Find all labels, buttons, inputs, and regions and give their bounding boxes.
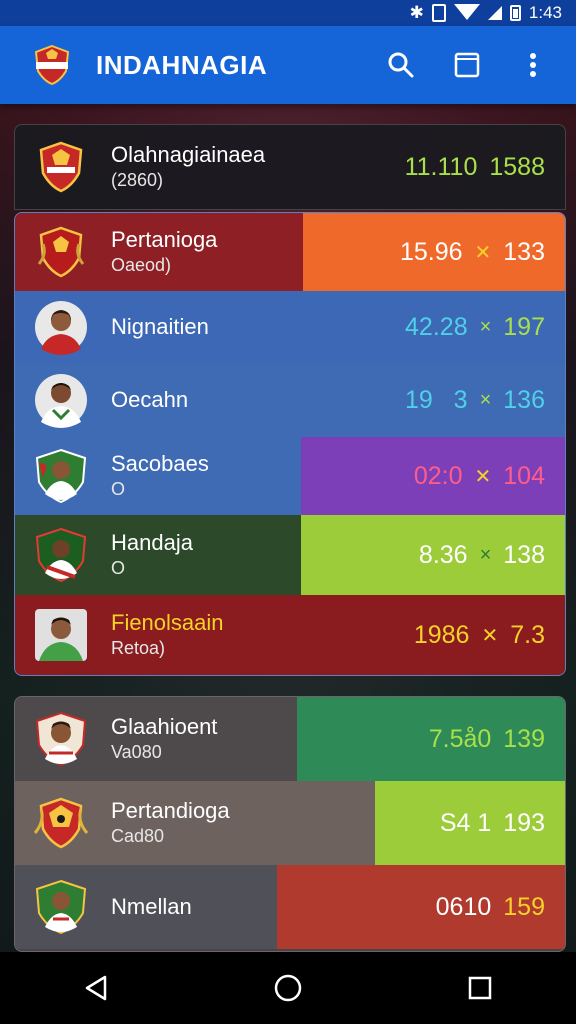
vibrate-icon [431,4,446,22]
recents-square-icon [468,976,492,1000]
team-stat-1: 02:0 [413,461,463,490]
team-row[interactable]: Nmellan 0610 159 [15,865,565,949]
team-name: Oecahn [111,387,189,412]
square-icon [454,52,480,78]
team-row[interactable]: Pertandioga Cad80 S4 1 193 [15,781,565,865]
team-name: Nmellan [111,894,192,919]
team-name: Nignaitien [111,314,209,339]
team-stat-2: 193 [503,808,545,837]
team-row[interactable]: Pertanioga Oaeod) 15.96 ✕ 133 [15,213,565,291]
team-sub: O [111,558,126,578]
signal-icon [487,6,502,20]
battery-icon [509,5,521,21]
team-name: Pertanioga [111,227,218,252]
team-stat-2: 7.3 [510,620,545,649]
home-button[interactable] [258,958,318,1018]
team-stat-1: 8.36 [418,540,468,569]
separator-icon: × [479,543,492,566]
team-sub: Cad80 [111,826,165,846]
team-stat-1: 19 3 [405,385,468,414]
more-vert-icon [530,53,536,77]
team-crest-icon [37,226,85,278]
team-row[interactable]: Handaja O 8.36 × 138 [15,515,565,595]
separator-icon: × [479,315,492,338]
team-name: Glaahioent [111,714,218,739]
bluetooth-icon: ✱ [409,3,424,22]
team-row[interactable]: Fienolsaain Retoa) 1986 ✕ 7.3 [15,595,565,675]
club-logo-icon [34,44,70,86]
navigation-bar [0,952,576,1024]
team-row[interactable]: Nignaitien 42.28 × 197 [15,291,565,363]
search-button[interactable] [384,48,418,82]
header-team-sub: (2860) [111,170,164,190]
team-row[interactable]: Oecahn 19 3 × 136 [15,363,565,437]
team-stat-2: 104 [503,461,545,490]
more-options-button[interactable] [516,48,550,82]
team-sub: Retoa) [111,638,166,658]
player-avatar-icon [35,527,87,583]
player-avatar-icon [35,301,87,355]
separator-icon: ✕ [474,241,492,264]
player-avatar-icon [35,711,87,767]
header-stat-2: 1588 [489,152,545,181]
player-avatar-icon [35,879,87,935]
team-sub: Va080 [111,742,162,762]
team-row[interactable]: Glaahioent Va080 7.5å0 139 [15,697,565,781]
team-name: Handaja [111,530,193,555]
separator-icon: ✕ [474,465,492,488]
club-crest-icon [39,141,83,193]
team-stat-2: 136 [503,385,545,414]
wifi-icon [453,4,480,20]
team-stat-2: 138 [503,540,545,569]
team-stat-2: 133 [503,237,545,266]
header-row[interactable]: Olahnagiainaea (2860) 11.110 1588 [15,125,565,209]
team-stat-1: 1986 [413,620,470,649]
header-stat-1: 11.110 [404,152,478,181]
team-name: Pertandioga [111,798,230,823]
back-triangle-icon [85,975,107,1001]
window-button[interactable] [450,48,484,82]
header-card: Olahnagiainaea (2860) 11.110 1588 [14,124,566,210]
player-avatar-icon [35,448,87,504]
standings-card-2: Glaahioent Va080 7.5å0 139 Pertandioga C… [14,696,566,952]
team-row[interactable]: Sacobaes O 02:0 ✕ 104 [15,437,565,515]
team-name: Sacobaes [111,451,209,476]
team-stat-1: 15.96 [399,237,463,266]
team-stat-2: 197 [503,312,545,341]
team-sub: Oaeod) [111,255,172,275]
team-name: Fienolsaain [111,610,224,635]
home-circle-icon [274,974,302,1002]
team-stat-1: 7.5å0 [428,724,492,753]
standings-card-1: Pertanioga Oaeod) 15.96 ✕ 133 Nignaitien… [14,212,566,676]
separator-icon: × [479,388,492,411]
player-avatar-icon [35,374,87,428]
app-bar: INDAHNAGIA [0,26,576,104]
status-bar: ✱ 1:43 [0,0,576,26]
team-stat-1: 42.28 [405,312,468,341]
app-title: INDAHNAGIA [96,49,268,80]
header-team-name: Olahnagiainaea [111,142,266,167]
team-stat-1: 0610 [435,892,492,921]
team-sub: O [111,479,126,499]
player-avatar-icon [35,609,87,661]
search-icon [388,52,414,78]
gold-crest-icon [33,797,89,849]
team-stat-2: 139 [503,724,545,753]
separator-icon: ✕ [481,624,499,647]
recents-button[interactable] [450,958,510,1018]
team-stat-2: 159 [503,892,545,921]
team-stat-1: S4 1 [439,808,492,837]
back-button[interactable] [66,958,126,1018]
status-time: 1:43 [528,3,562,22]
